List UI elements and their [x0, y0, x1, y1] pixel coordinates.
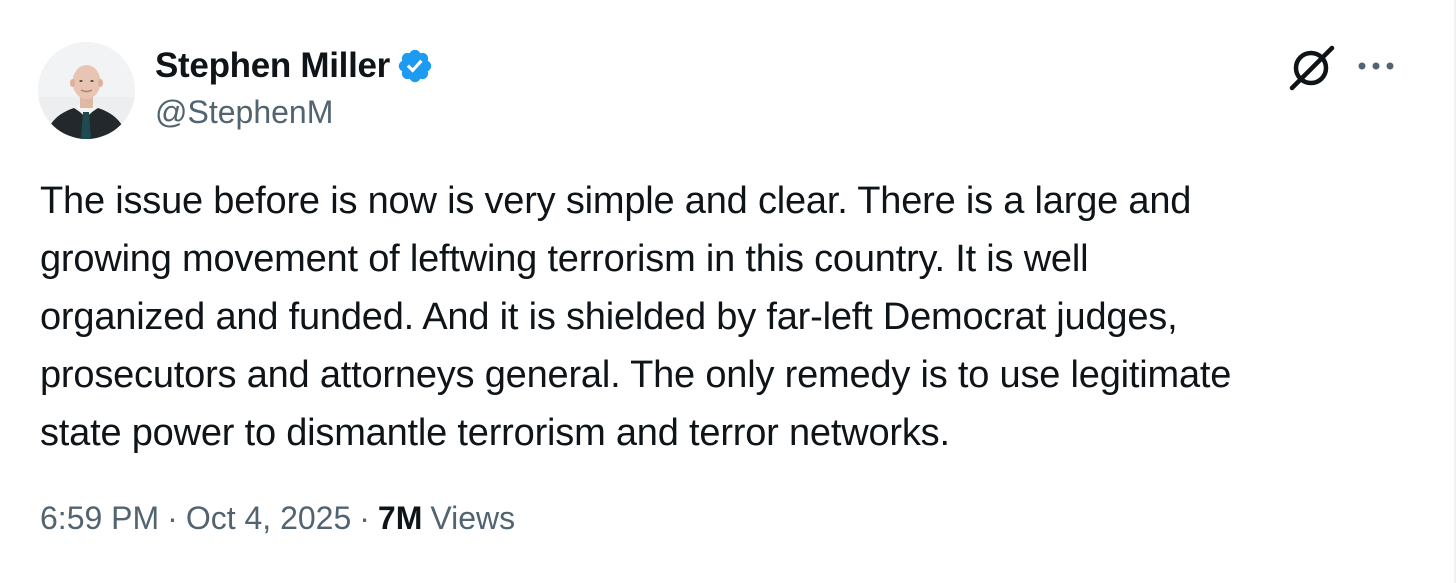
tweet-card: Stephen Miller @StephenM The issue befor… — [0, 0, 1456, 583]
tweet-date[interactable]: Oct 4, 2025 — [186, 500, 351, 537]
author-name-row: Stephen Miller — [155, 44, 434, 88]
meta-separator: · — [167, 500, 178, 536]
author-handle[interactable]: @StephenM — [155, 94, 333, 131]
views-label: Views — [430, 500, 516, 536]
grok-icon[interactable] — [1286, 44, 1338, 92]
views-count[interactable]: 7M — [378, 500, 422, 537]
more-options-icon[interactable] — [1354, 52, 1398, 80]
meta-separator: · — [359, 500, 370, 536]
avatar-image — [38, 42, 135, 139]
verified-badge-icon[interactable] — [396, 47, 434, 85]
author-name[interactable]: Stephen Miller — [155, 46, 390, 86]
author-avatar[interactable] — [38, 42, 135, 139]
tweet-time[interactable]: 6:59 PM — [40, 500, 159, 537]
tweet-text: The issue before is now is very simple a… — [40, 180, 1232, 454]
tweet-metadata: 6:59 PM · Oct 4, 2025 · 7M Views — [40, 500, 515, 537]
